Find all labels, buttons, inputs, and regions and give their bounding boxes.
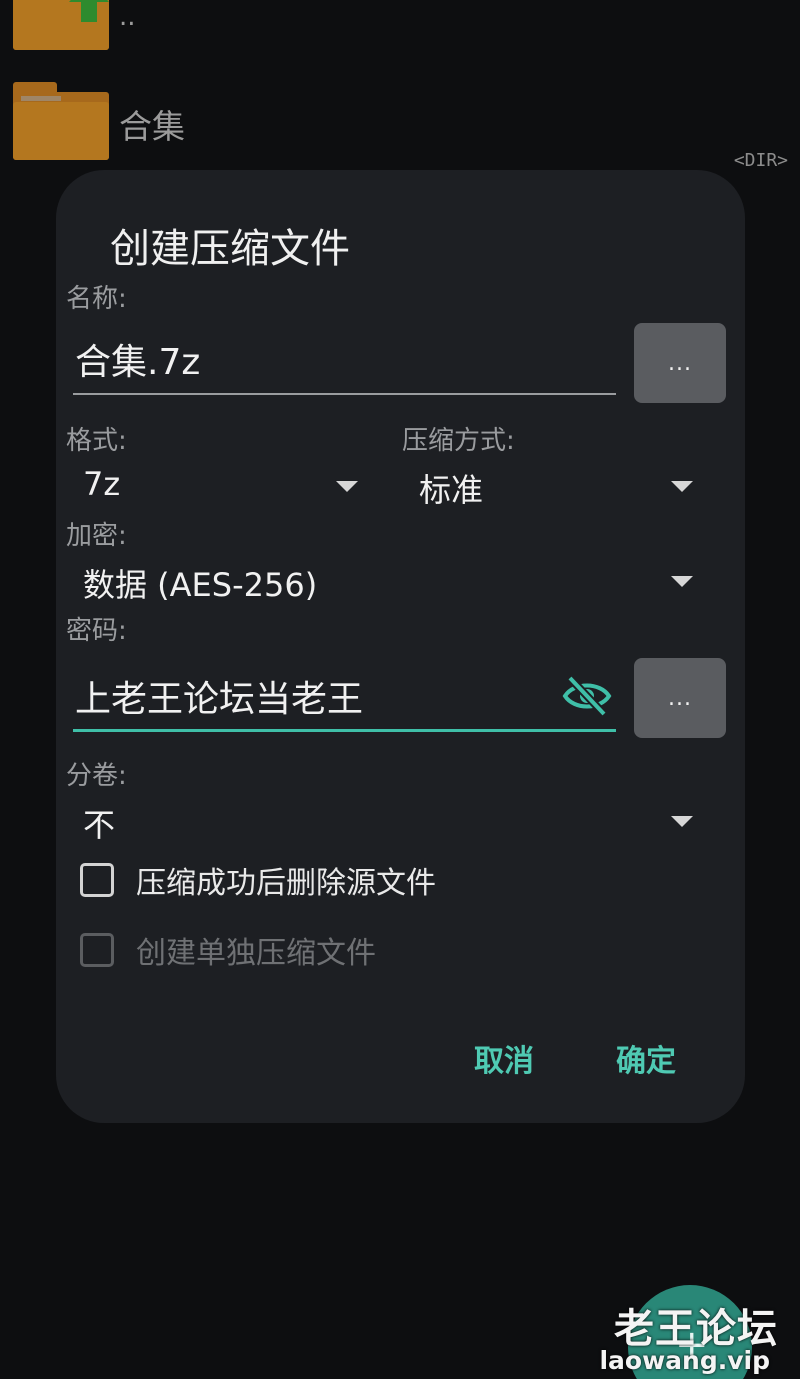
- dir-tag: <DIR>: [733, 150, 788, 171]
- method-label: 压缩方式:: [402, 426, 515, 456]
- separate-archive-option[interactable]: 创建单独压缩文件: [80, 930, 376, 971]
- delete-after-label: 压缩成功后删除源文件: [136, 866, 436, 901]
- watermark-url: laowang.vip: [599, 1346, 770, 1375]
- separate-archive-checkbox[interactable]: [80, 933, 114, 967]
- password-label: 密码:: [66, 616, 127, 646]
- encrypt-select-value: 数据 (AES-256): [83, 566, 318, 604]
- file-row-folder[interactable]: 合集 <DIR>: [0, 82, 800, 172]
- split-select[interactable]: 不: [56, 790, 716, 850]
- eye-off-icon[interactable]: [562, 674, 612, 718]
- encrypt-label: 加密:: [66, 521, 127, 551]
- file-row-parent[interactable]: ..: [0, 0, 800, 60]
- ok-button[interactable]: 确定: [616, 1036, 676, 1080]
- password-input[interactable]: 上老王论坛当老王: [73, 662, 616, 732]
- chevron-down-icon: [336, 481, 358, 492]
- folder-name: 合集: [119, 107, 185, 146]
- parent-dir-label: ..: [119, 2, 136, 32]
- create-archive-dialog: 创建压缩文件 名称: 合集.7z ... 格式: 压缩方式: 7z 标准 加密:…: [56, 170, 745, 1123]
- separate-archive-label: 创建单独压缩文件: [136, 936, 376, 971]
- split-select-value: 不: [83, 806, 116, 844]
- name-label: 名称:: [66, 284, 127, 314]
- password-browse-button[interactable]: ...: [634, 658, 726, 738]
- name-input-value: 合集.7z: [75, 342, 201, 383]
- format-label: 格式:: [66, 426, 127, 456]
- password-browse-label: ...: [668, 685, 692, 711]
- delete-after-checkbox[interactable]: [80, 863, 114, 897]
- format-select-value: 7z: [83, 465, 121, 503]
- dialog-title: 创建压缩文件: [110, 226, 350, 272]
- encrypt-select[interactable]: 数据 (AES-256): [56, 550, 716, 610]
- chevron-down-icon: [671, 576, 693, 587]
- file-manager-screen: .. 合集 <DIR> 创建压缩文件 名称: 合集.7z ... 格式: 压缩方…: [0, 0, 800, 1379]
- password-input-value: 上老王论坛当老王: [75, 678, 364, 720]
- name-input[interactable]: 合集.7z: [73, 325, 616, 395]
- method-select-value: 标准: [419, 471, 484, 509]
- name-browse-label: ...: [668, 350, 692, 376]
- delete-after-option[interactable]: 压缩成功后删除源文件: [80, 860, 436, 901]
- method-select[interactable]: 标准: [402, 455, 722, 515]
- cancel-button[interactable]: 取消: [474, 1036, 534, 1080]
- format-select[interactable]: 7z: [56, 455, 376, 515]
- split-label: 分卷:: [66, 761, 127, 791]
- folder-up-icon: [13, 0, 109, 50]
- folder-icon: [13, 82, 109, 160]
- chevron-down-icon: [671, 481, 693, 492]
- chevron-down-icon: [671, 816, 693, 827]
- name-browse-button[interactable]: ...: [634, 323, 726, 403]
